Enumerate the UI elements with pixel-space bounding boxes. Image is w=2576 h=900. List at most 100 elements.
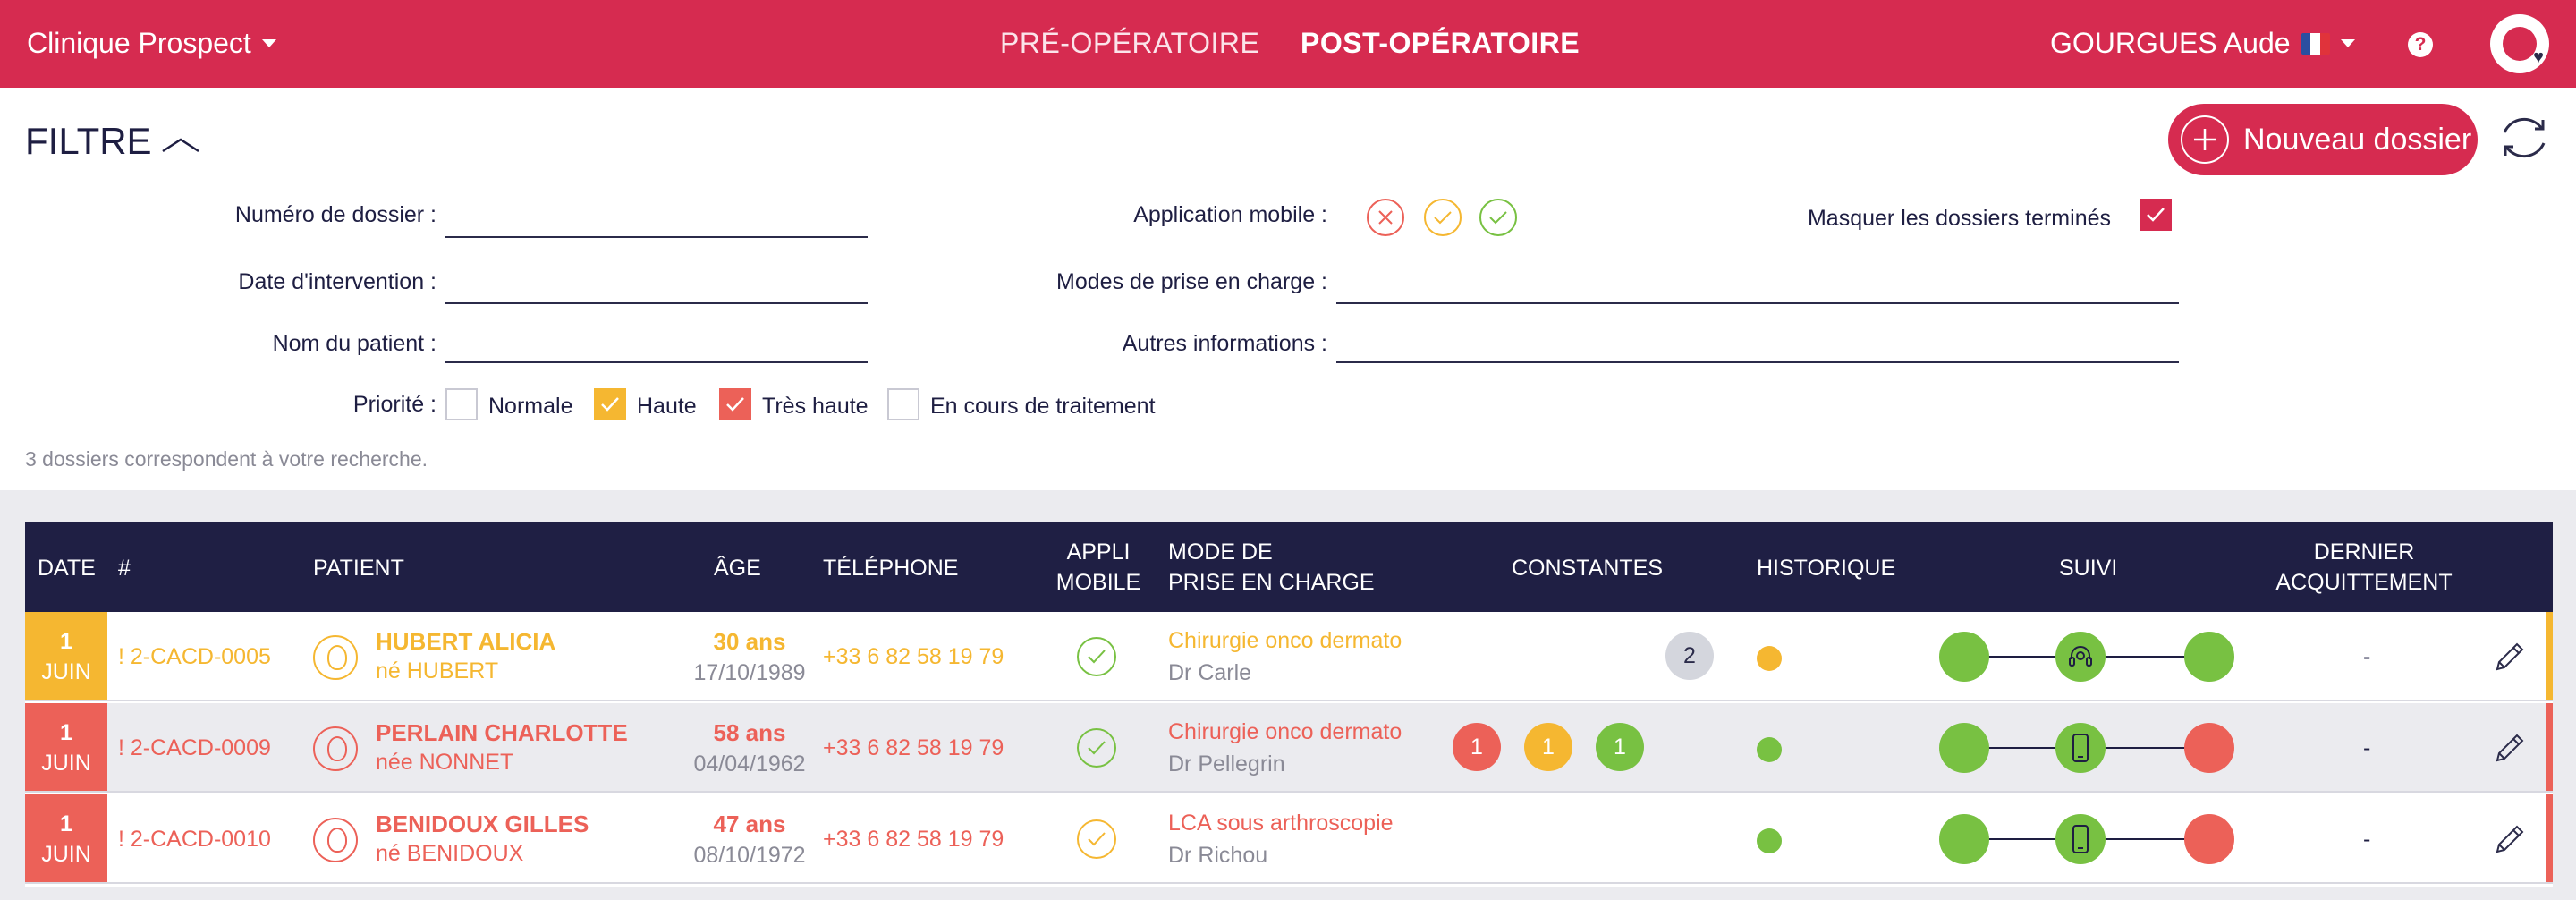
table-row[interactable]: 1 JUIN ! 2-CACD-0010 BENIDOUX GILLES né BENI… — [25, 794, 2553, 884]
date-day: 1 — [60, 629, 72, 654]
suivi-timeline — [1939, 703, 2261, 793]
help-icon[interactable]: ? — [2408, 32, 2433, 57]
nom-label: Nom du patient : — [272, 331, 436, 356]
user-name: GOURGUES Aude — [2050, 27, 2291, 59]
patient-age: 47 ans — [713, 811, 786, 837]
numero-label: Numéro de dossier : — [234, 202, 436, 227]
suivi-step-3[interactable] — [2184, 723, 2234, 773]
last-ack: - — [2363, 735, 2371, 760]
dossier-number[interactable]: ! 2-CACD-0010 — [118, 827, 271, 853]
priority-bar — [2546, 703, 2553, 791]
user-menu[interactable]: GOURGUES Aude — [2050, 27, 2355, 60]
patient-age: 30 ans — [713, 628, 786, 655]
patient-name[interactable]: BENIDOUX GILLES — [376, 811, 589, 838]
header-dernier-line1: DERNIER — [2313, 539, 2415, 565]
app-status-no-icon[interactable] — [1367, 199, 1404, 236]
edit-pencil-icon[interactable] — [2490, 819, 2529, 859]
header-mode-line1: MODE DE — [1168, 539, 1273, 565]
patient-phone[interactable]: +33 6 82 58 19 79 — [823, 735, 1004, 761]
chevron-up-icon — [161, 138, 199, 153]
suivi-step-1[interactable] — [1939, 632, 1989, 682]
historique-dot-icon[interactable] — [1757, 828, 1782, 853]
priority-tres-haute-checkbox[interactable] — [719, 388, 751, 420]
date-cell: 1 JUIN — [25, 703, 107, 791]
new-dossier-button[interactable]: Nouveau dossier — [2168, 104, 2478, 175]
nom-input[interactable] — [445, 361, 868, 363]
modes-input[interactable] — [1336, 302, 2179, 304]
suivi-timeline — [1939, 794, 2261, 884]
app-status-partial-icon[interactable] — [1424, 199, 1462, 236]
tab-post-operatoire[interactable]: POST-OPÉRATOIRE — [1301, 27, 1580, 60]
suivi-step-3[interactable] — [2184, 814, 2234, 864]
edit-pencil-icon[interactable] — [2490, 637, 2529, 676]
dossier-number[interactable]: ! 2-CACD-0005 — [118, 644, 271, 670]
doctor-name: Dr Richou — [1168, 843, 1268, 868]
priority-normale-label: Normale — [488, 394, 573, 419]
suivi-step-3[interactable] — [2184, 632, 2234, 682]
prise-en-charge-mode: LCA sous arthroscopie — [1168, 811, 1394, 836]
constante-badge[interactable]: 1 — [1596, 723, 1644, 771]
header-num: # — [118, 556, 131, 581]
refresh-icon[interactable] — [2496, 109, 2553, 166]
historique-dot-icon[interactable] — [1757, 737, 1782, 762]
headset-icon[interactable] — [2055, 632, 2106, 682]
date-cell: 1 JUIN — [25, 612, 107, 700]
patient-name[interactable]: HUBERT ALICIA — [376, 628, 555, 656]
priority-haute-label: Haute — [637, 394, 697, 419]
header-mode: MODE DE PRISE EN CHARGE — [1168, 537, 1375, 598]
header-appli-line1: APPLI — [1066, 539, 1131, 565]
patient-birth-name: né HUBERT — [376, 658, 499, 683]
clinic-name: Clinique Prospect — [27, 27, 251, 59]
constante-badge[interactable]: 1 — [1524, 723, 1572, 771]
priority-bar — [2546, 794, 2553, 882]
header-telephone: TÉLÉPHONE — [823, 556, 959, 581]
filter-title: FILTRE — [25, 120, 152, 162]
date-cell: 1 JUIN — [25, 794, 107, 882]
date-input[interactable] — [445, 302, 868, 304]
caret-down-icon — [2340, 39, 2355, 47]
header-constantes: CONSTANTES — [1512, 556, 1663, 581]
filter-toggle[interactable]: FILTRE — [25, 120, 200, 163]
dossier-number[interactable]: ! 2-CACD-0009 — [118, 735, 271, 761]
last-ack: - — [2363, 827, 2371, 852]
header-age: ÂGE — [714, 556, 761, 581]
masquer-checkbox[interactable] — [2140, 199, 2172, 231]
patient-phone[interactable]: +33 6 82 58 19 79 — [823, 827, 1004, 853]
header-mode-line2: PRISE EN CHARGE — [1168, 570, 1375, 595]
numero-input[interactable] — [445, 236, 868, 238]
app-logo-icon[interactable]: ♥ — [2490, 14, 2549, 73]
app-status-ok-icon[interactable] — [1479, 199, 1517, 236]
plus-icon — [2181, 115, 2229, 164]
priority-haute-checkbox[interactable] — [594, 388, 626, 420]
edit-pencil-icon[interactable] — [2490, 728, 2529, 768]
priority-tres-haute-label: Très haute — [762, 394, 869, 419]
priority-en-cours-checkbox[interactable] — [887, 388, 919, 420]
patient-phone[interactable]: +33 6 82 58 19 79 — [823, 644, 1004, 670]
app-status-check-icon — [1077, 819, 1116, 859]
constante-badge[interactable]: 2 — [1665, 632, 1714, 680]
constante-badge[interactable]: 1 — [1453, 723, 1501, 771]
header-date: DATE — [38, 556, 96, 581]
smartphone-icon[interactable] — [2055, 814, 2106, 864]
modes-label: Modes de prise en charge : — [1056, 269, 1327, 294]
table-row[interactable]: 1 JUIN ! 2-CACD-0005 HUBERT ALICIA né HUBERT… — [25, 612, 2553, 701]
patient-name[interactable]: PERLAIN CHARLOTTE — [376, 719, 628, 747]
header-appli-line2: MOBILE — [1055, 570, 1141, 595]
suivi-step-1[interactable] — [1939, 814, 1989, 864]
prise-en-charge-mode: Chirurgie onco dermato — [1168, 719, 1402, 744]
patient-avatar-icon — [313, 635, 358, 680]
date-month: JUIN — [41, 842, 91, 867]
priority-normale-checkbox[interactable] — [445, 388, 478, 420]
autres-input[interactable] — [1336, 361, 2179, 363]
historique-dot-icon[interactable] — [1757, 646, 1782, 671]
suivi-step-1[interactable] — [1939, 723, 1989, 773]
autres-label: Autres informations : — [1122, 331, 1327, 356]
clinic-selector[interactable]: Clinique Prospect — [27, 27, 276, 60]
new-dossier-label: Nouveau dossier — [2243, 122, 2472, 157]
appli-label: Application mobile : — [1133, 202, 1327, 227]
prise-en-charge-mode: Chirurgie onco dermato — [1168, 628, 1402, 653]
patient-birth-name: né BENIDOUX — [376, 841, 524, 866]
tab-pre-operatoire[interactable]: PRÉ-OPÉRATOIRE — [1000, 27, 1259, 60]
smartphone-icon[interactable] — [2055, 723, 2106, 773]
table-row[interactable]: 1 JUIN ! 2-CACD-0009 PERLAIN CHARLOTTE née N… — [25, 703, 2553, 793]
